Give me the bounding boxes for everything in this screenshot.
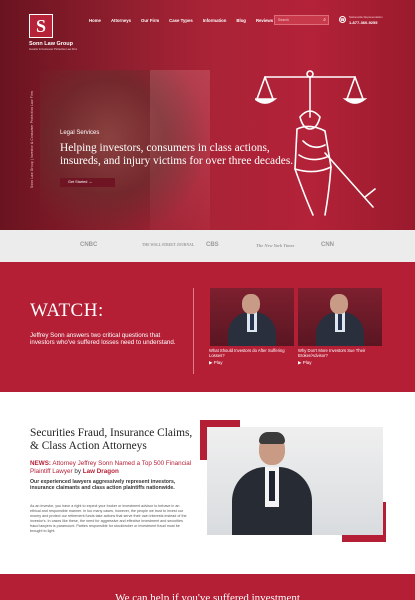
- presenter-head: [330, 294, 348, 314]
- presenter-tie: [250, 314, 254, 330]
- news-source: Law Dragon: [82, 467, 119, 475]
- get-started-button[interactable]: Get Started →: [60, 178, 115, 187]
- practice-body: As an investor, you have a right to expe…: [30, 504, 187, 534]
- nav-item-reviews[interactable]: Reviews: [256, 18, 273, 23]
- hero-eyebrow: Legal Services: [60, 130, 100, 136]
- press-logo-cnn: CNN: [321, 242, 334, 248]
- video-caption-1[interactable]: What Should Investors do After Suffering…: [209, 348, 295, 358]
- search-icon[interactable]: ⌕: [323, 17, 326, 23]
- press-logo-cbs: CBS: [206, 242, 219, 248]
- nav-item-home[interactable]: Home: [89, 18, 101, 23]
- brand-name: Sonn Law Group: [29, 41, 73, 47]
- practice-title: Securities Fraud, Insurance Claims, & Cl…: [30, 427, 193, 452]
- nav-item-blog[interactable]: Blog: [236, 18, 246, 23]
- news-line: NEWS: Attorney Jeffrey Sonn Named a Top …: [30, 460, 200, 475]
- video-thumbnail-1[interactable]: [210, 288, 294, 346]
- brand-logo[interactable]: S Sonn Law Group Investor & Consumer Pro…: [29, 14, 89, 54]
- hero-section: S Sonn Law Group Investor & Consumer Pro…: [0, 0, 415, 230]
- vertical-tagline: Sonn Law Group | Investor & Consumer Pro…: [30, 91, 34, 188]
- press-logo-cnbc: CNBC: [80, 242, 98, 248]
- video-play-link-2[interactable]: ▶ Play: [298, 360, 311, 366]
- video-caption-2[interactable]: Why Don't More Investors Sue Their Broke…: [298, 348, 384, 358]
- search-placeholder: Search: [278, 18, 290, 22]
- practice-lead: Our experienced lawyers aggressively rep…: [30, 479, 176, 492]
- press-logo-nyt: The New York Times: [256, 243, 295, 248]
- attorney-photo: [207, 427, 383, 535]
- news-label: NEWS:: [30, 460, 51, 467]
- video-play-link-1[interactable]: ▶ Play: [209, 360, 222, 366]
- contact-label: Nationwide Representation: [349, 15, 383, 19]
- page: S Sonn Law Group Investor & Consumer Pro…: [0, 0, 415, 600]
- video-play-label-2: Play: [302, 360, 312, 365]
- cta-band: We can help if you've suffered investmen…: [0, 574, 415, 600]
- press-logo-wsj: THE WALL STREET JOURNAL: [142, 243, 195, 247]
- search-input[interactable]: Search ⌕: [274, 15, 329, 25]
- presenter-tie: [338, 314, 342, 330]
- brand-tagline: Investor & Consumer Protection Law Firm: [29, 48, 78, 51]
- nav-item-case-types[interactable]: Case Types: [169, 18, 193, 23]
- phone-icon: ☎: [339, 16, 346, 23]
- watch-description: Jeffrey Sonn answers two critical questi…: [30, 332, 176, 347]
- watch-divider: [193, 288, 194, 374]
- video-thumbnail-2[interactable]: [298, 288, 382, 346]
- watch-section: WATCH: Jeffrey Sonn answers two critical…: [0, 262, 415, 392]
- video-play-label-1: Play: [213, 360, 223, 365]
- watch-title: WATCH:: [30, 300, 104, 321]
- nav-item-attorneys[interactable]: Attorneys: [111, 18, 131, 23]
- attorney-tie: [269, 471, 275, 501]
- practice-section: Securities Fraud, Insurance Claims, & Cl…: [0, 392, 415, 574]
- attorney-hair: [259, 432, 285, 444]
- cta-band-text: We can help if you've suffered investmen…: [115, 592, 300, 600]
- lady-justice-illustration: [255, 70, 376, 216]
- news-by: by: [74, 467, 81, 475]
- nav-item-our-firm[interactable]: Our Firm: [141, 18, 159, 23]
- press-logo-bar: CNBC THE WALL STREET JOURNAL CBS The New…: [0, 230, 415, 262]
- hero-headline: Helping investors, consumers in class ac…: [60, 142, 294, 167]
- presenter-head: [242, 294, 260, 314]
- phone-number-link[interactable]: 1-877-360-9255: [349, 20, 377, 25]
- nav-item-information[interactable]: Information: [203, 18, 227, 23]
- logo-mark-icon: S: [29, 14, 53, 38]
